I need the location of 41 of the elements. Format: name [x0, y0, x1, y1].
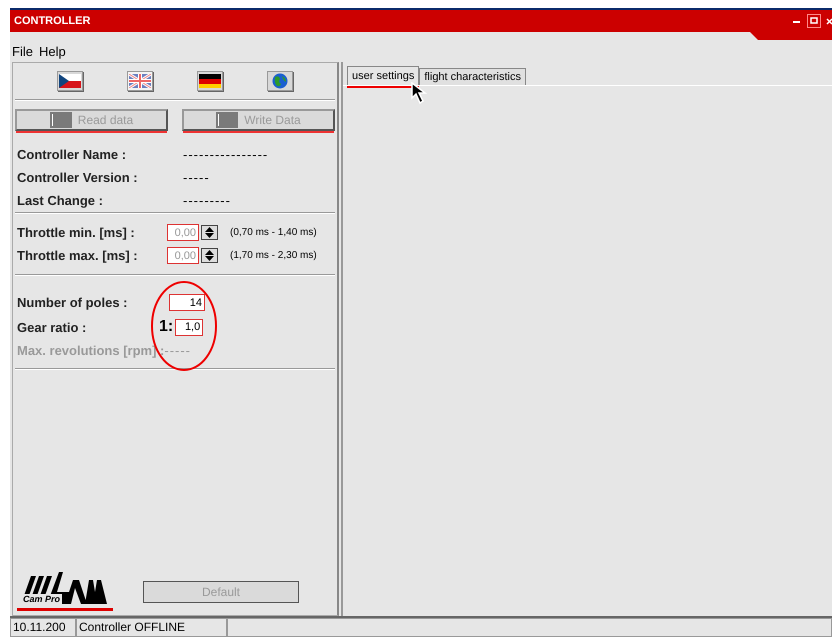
- status-panel: 10.11.200: [10, 618, 76, 637]
- field-value: -----: [183, 170, 210, 185]
- up-arrow-icon: [205, 227, 214, 232]
- spin-button[interactable]: [201, 248, 218, 263]
- close-icon[interactable]: [826, 16, 832, 26]
- menu-item[interactable]: File: [12, 44, 33, 58]
- field-label: Last Change :: [17, 193, 104, 208]
- flag-icon: [129, 74, 151, 88]
- field-value: ---------: [183, 193, 231, 208]
- spin-button[interactable]: [201, 225, 218, 240]
- tab[interactable]: flight characteristics: [419, 68, 526, 85]
- field-label: Throttle max. [ms] :: [17, 248, 139, 263]
- led-icon: [50, 112, 72, 128]
- flag-icon: [199, 74, 221, 88]
- range-hint: (0,70 ms - 1,40 ms): [230, 227, 317, 238]
- status-panel: Controller OFFLINE: [76, 618, 227, 637]
- down-arrow-icon: [205, 233, 214, 238]
- globe-icon: [272, 73, 288, 89]
- window-title: CONTROLLER: [14, 15, 90, 27]
- range-hint: (1,70 ms - 2,30 ms): [230, 250, 317, 261]
- input-field[interactable]: 1,0: [175, 318, 204, 336]
- field-label: Gear ratio :: [17, 320, 88, 334]
- field-label: Controller Name :: [17, 147, 128, 162]
- field-value: -----: [164, 343, 192, 358]
- flag-icon: [59, 74, 81, 88]
- field-label: Throttle min. [ms] :: [17, 225, 136, 240]
- field-label: Number of poles :: [17, 295, 129, 310]
- led-icon: [216, 112, 238, 128]
- tab[interactable]: user settings: [347, 66, 420, 85]
- ratio-prefix: 1:: [159, 318, 174, 336]
- down-arrow-icon: [205, 256, 214, 261]
- field-value: ----------------: [183, 147, 268, 162]
- field-label: Controller Version :: [17, 170, 139, 185]
- input-field[interactable]: 14: [169, 294, 205, 311]
- maximize-icon[interactable]: [807, 14, 821, 28]
- up-arrow-icon: [205, 250, 214, 255]
- menu-item[interactable]: Help: [38, 44, 66, 58]
- language-button[interactable]: [197, 71, 223, 91]
- language-button[interactable]: [57, 71, 83, 91]
- field-label: Max. revolutions [rpm] :: [17, 343, 164, 358]
- logo-text: Cam Pro: [21, 594, 62, 604]
